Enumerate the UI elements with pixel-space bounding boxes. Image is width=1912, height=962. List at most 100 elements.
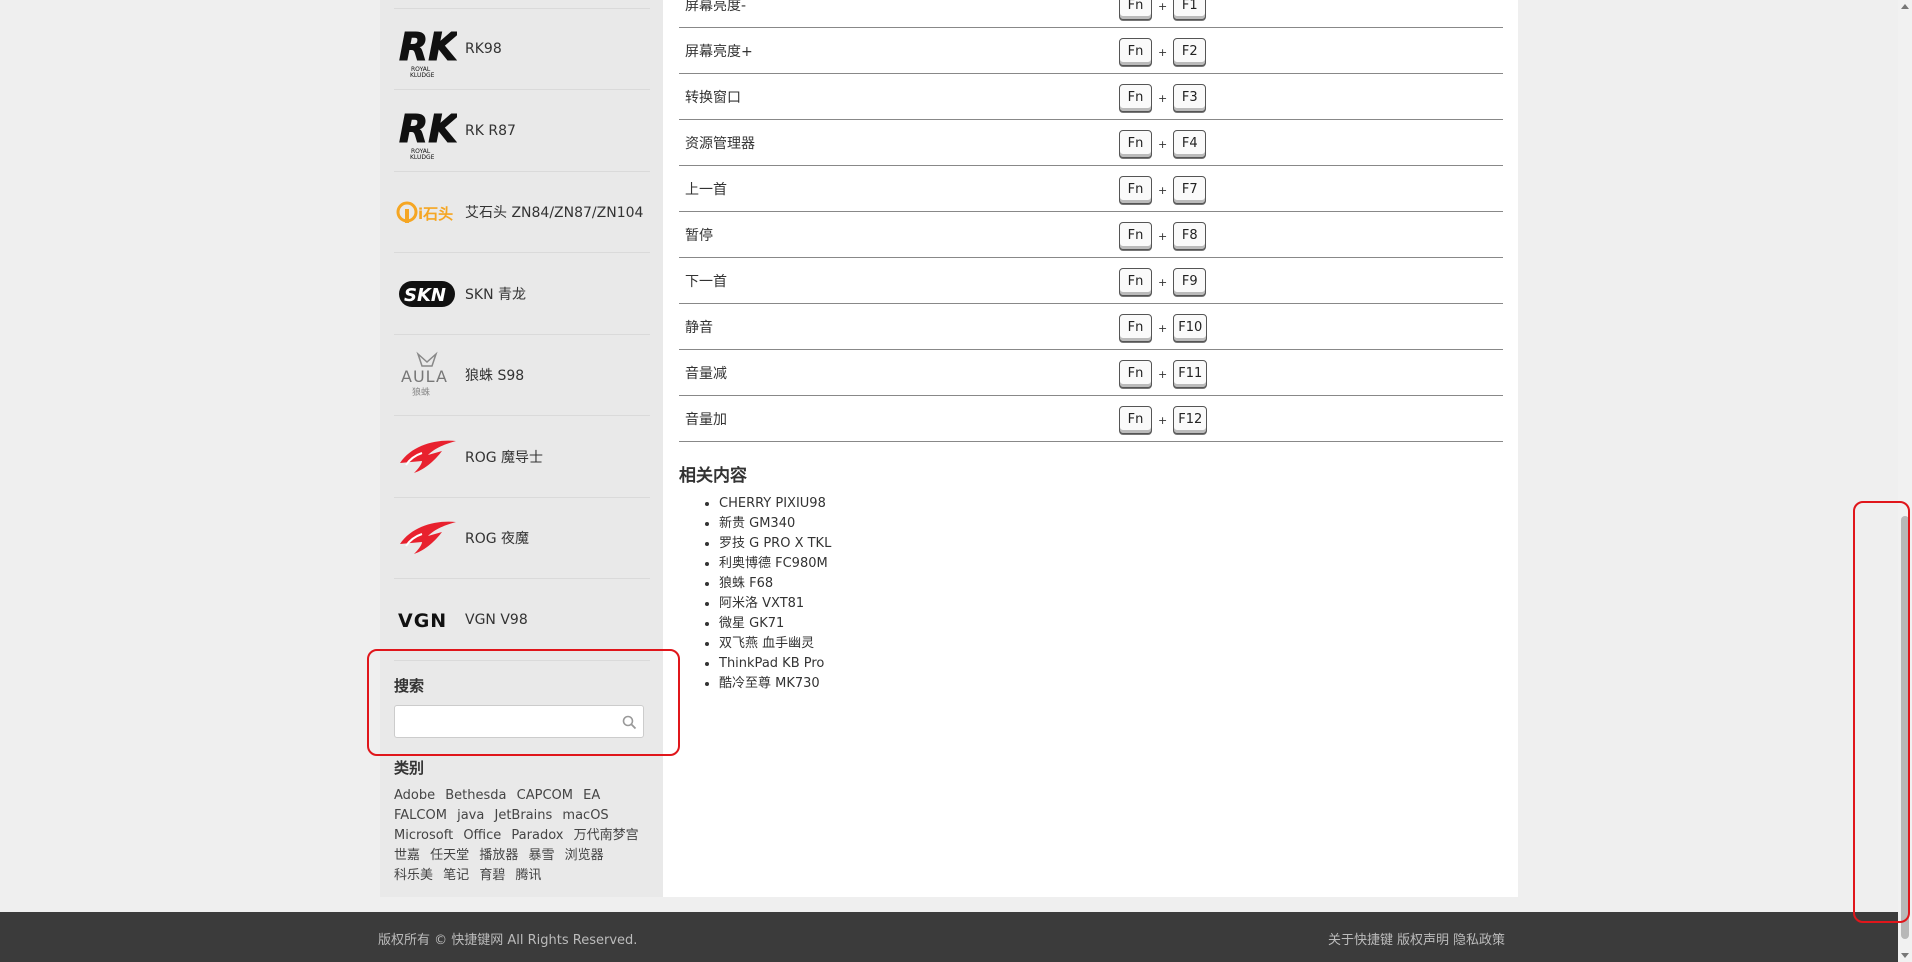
related-link[interactable]: 阿米洛 VXT81: [719, 594, 831, 614]
shortcut-row: 音量减 Fn + F11: [679, 350, 1503, 396]
keycap: F11: [1173, 360, 1208, 388]
svg-text:SKN: SKN: [404, 285, 446, 306]
plus-sign: +: [1158, 275, 1168, 289]
footer: 版权所有 © 快捷键网 All Rights Reserved. 关于快捷键 版权…: [0, 912, 1912, 962]
category-tag[interactable]: 播放器: [479, 848, 518, 863]
category-tag[interactable]: Adobe: [394, 788, 435, 803]
plus-sign: +: [1158, 45, 1168, 59]
key-combo: Fn + F3: [1119, 84, 1207, 112]
category-tag[interactable]: macOS: [562, 808, 608, 823]
category-tag[interactable]: 任天堂: [430, 848, 469, 863]
category-tag[interactable]: EA: [583, 788, 600, 803]
footer-link[interactable]: 隐私政策: [1453, 933, 1505, 948]
brand-name: 狼蛛 S98: [465, 368, 525, 384]
category-tags: Adobe Bethesda CAPCOM EA FALCOM java Jet…: [394, 786, 650, 886]
shortcut-row: 转换窗口 Fn + F3: [679, 74, 1503, 120]
plus-sign: +: [1158, 91, 1168, 105]
brand-item[interactable]: i石头 艾石头 ZN84/ZN87/ZN104: [394, 172, 650, 253]
category-tag[interactable]: Microsoft: [394, 828, 453, 843]
scroll-up-arrow-icon[interactable]: [1901, 4, 1909, 9]
search-icon[interactable]: [622, 715, 637, 730]
keycap: F2: [1173, 38, 1207, 66]
keycap: Fn: [1119, 268, 1152, 296]
related-link[interactable]: 新贵 GM340: [719, 514, 831, 534]
shortcut-label: 屏幕亮度-: [685, 0, 747, 14]
category-tag[interactable]: CAPCOM: [517, 788, 573, 803]
related-link[interactable]: CHERRY PIXIU98: [719, 494, 831, 514]
keycap: Fn: [1119, 222, 1152, 250]
brand-name: SKN 青龙: [465, 286, 526, 303]
ishitou-logo: i石头: [394, 182, 459, 242]
svg-text:RK: RK: [399, 25, 457, 69]
related-link[interactable]: 双飞燕 血手幽灵: [719, 634, 831, 654]
shortcut-row: 下一首 Fn + F9: [679, 258, 1503, 304]
brand-item[interactable]: AULA 狼蛛 狼蛛 S98: [394, 335, 650, 416]
category-tag[interactable]: 世嘉: [394, 848, 420, 863]
related-link[interactable]: 酷冷至尊 MK730: [719, 674, 831, 694]
category-tag[interactable]: 万代南梦宫: [574, 828, 639, 843]
key-combo: Fn + F2: [1119, 38, 1207, 66]
category-tag[interactable]: 笔记: [443, 868, 469, 883]
divider: [394, 8, 650, 9]
key-combo: Fn + F11: [1119, 360, 1208, 388]
keycap: Fn: [1119, 0, 1152, 20]
svg-text:狼蛛: 狼蛛: [412, 386, 430, 398]
aula-logo: AULA 狼蛛: [394, 345, 459, 405]
rog-logo: [394, 508, 459, 568]
brand-item[interactable]: ROG 魔导士: [394, 417, 650, 498]
search-input[interactable]: [395, 706, 610, 737]
category-tag[interactable]: Bethesda: [445, 788, 506, 803]
keycap: Fn: [1119, 176, 1152, 204]
category-tag[interactable]: 育碧: [479, 868, 505, 883]
keycap: Fn: [1119, 38, 1152, 66]
plus-sign: +: [1158, 0, 1168, 13]
key-combo: Fn + F10: [1119, 314, 1208, 342]
related-link[interactable]: ThinkPad KB Pro: [719, 654, 831, 674]
shortcut-label: 转换窗口: [685, 90, 741, 106]
footer-links: 关于快捷键 版权声明 隐私政策: [1328, 929, 1509, 948]
keycap: F8: [1173, 222, 1207, 250]
related-link[interactable]: 狼蛛 F68: [719, 574, 831, 594]
svg-text:KLUDGE: KLUDGE: [410, 154, 435, 160]
category-tag[interactable]: Paradox: [511, 828, 563, 843]
footer-link[interactable]: 版权声明: [1397, 933, 1449, 948]
search-box: [394, 705, 644, 738]
brand-item[interactable]: RK ROYAL KLUDGE RK R87: [394, 91, 650, 172]
category-tag[interactable]: 浏览器: [565, 848, 604, 863]
footer-copyright: 版权所有 © 快捷键网 All Rights Reserved.: [378, 933, 638, 948]
category-tag[interactable]: 暴雪: [528, 848, 554, 863]
scrollbar[interactable]: [1898, 0, 1912, 962]
svg-text:RK: RK: [399, 107, 457, 151]
shortcut-row: 暂停 Fn + F8: [679, 212, 1503, 258]
brand-item[interactable]: VGN VGN V98: [394, 580, 650, 661]
scroll-thumb[interactable]: [1901, 516, 1909, 939]
brand-name: RK98: [465, 41, 502, 57]
related-link[interactable]: 利奥博德 FC980M: [719, 554, 831, 574]
keycap: Fn: [1119, 314, 1152, 342]
category-tag[interactable]: JetBrains: [494, 808, 552, 823]
brand-name: RK R87: [465, 122, 516, 139]
category-tag[interactable]: java: [457, 808, 484, 823]
sidebar: RK ROYAL KLUDGE RK98 RK ROYAL KLUDGE RK R87 i石头艾…: [380, 0, 663, 897]
brand-name: ROG 夜魔: [465, 531, 530, 547]
category-tag[interactable]: 腾讯: [515, 868, 541, 883]
skn-logo: SKN: [394, 264, 459, 324]
shortcut-label: 屏幕亮度+: [685, 44, 753, 60]
scroll-down-arrow-icon[interactable]: [1901, 953, 1909, 958]
category-tag[interactable]: FALCOM: [394, 808, 447, 823]
brand-item[interactable]: ROG 夜魔: [394, 498, 650, 579]
key-combo: Fn + F12: [1119, 406, 1208, 434]
related-link[interactable]: 微星 GK71: [719, 614, 831, 634]
plus-sign: +: [1158, 229, 1168, 243]
related-link[interactable]: 罗技 G PRO X TKL: [719, 534, 831, 554]
category-tag[interactable]: 科乐美: [394, 868, 433, 883]
shortcut-label: 音量减: [685, 366, 727, 382]
brand-item[interactable]: RK ROYAL KLUDGE RK98: [394, 9, 650, 90]
keycap: Fn: [1119, 406, 1152, 434]
brand-name: 艾石头 ZN84/ZN87/ZN104: [465, 205, 644, 221]
category-tag[interactable]: Office: [463, 828, 501, 843]
shortcut-label: 上一首: [685, 182, 727, 198]
footer-link[interactable]: 关于快捷键: [1328, 933, 1393, 948]
brand-item[interactable]: SKN SKN 青龙: [394, 254, 650, 335]
main-content: 屏幕亮度- Fn + F1 屏幕亮度+ Fn + F2 转换窗口 Fn + F3 资源管理器 Fn + F4 上…: [663, 0, 1518, 897]
